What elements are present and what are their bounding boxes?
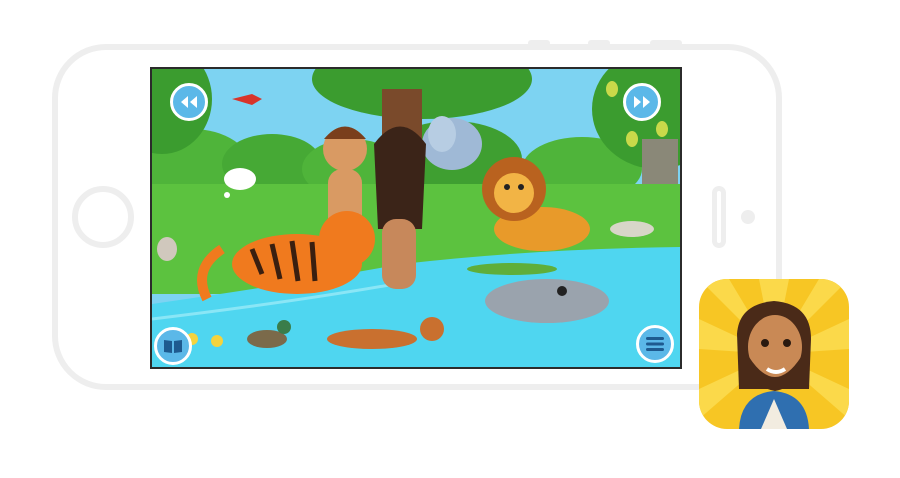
hippo [485, 279, 609, 323]
home-button[interactable] [72, 186, 134, 248]
library-button[interactable] [154, 327, 192, 365]
phone-speaker [712, 186, 726, 248]
menu-icon [646, 337, 664, 351]
thought-bubble [224, 168, 256, 190]
back-button[interactable] [170, 83, 208, 121]
app-icon[interactable] [699, 279, 849, 429]
pear-fruit [626, 131, 638, 147]
eve-hair [374, 126, 426, 229]
forward-button[interactable] [623, 83, 661, 121]
pear-fruit [656, 121, 668, 137]
book-icon [164, 340, 182, 353]
fast-forward-icon [634, 96, 650, 108]
menu-button[interactable] [636, 325, 674, 363]
crocodile [467, 263, 557, 275]
phone-side-button [650, 40, 682, 46]
lion-face [494, 173, 534, 213]
phone-camera [741, 210, 755, 224]
garden-scene-illustration[interactable] [152, 69, 680, 367]
eve-body [382, 219, 416, 289]
app-screen [150, 67, 682, 369]
rabbit [157, 237, 177, 261]
rock [610, 221, 654, 237]
rewind-icon [181, 96, 197, 108]
phone-side-button [528, 40, 550, 46]
duckling [211, 335, 223, 347]
otter [327, 329, 417, 349]
phone-side-button [588, 40, 610, 46]
pear-fruit [606, 81, 618, 97]
jesus-app-icon [699, 279, 849, 429]
tiger-head [319, 211, 375, 267]
